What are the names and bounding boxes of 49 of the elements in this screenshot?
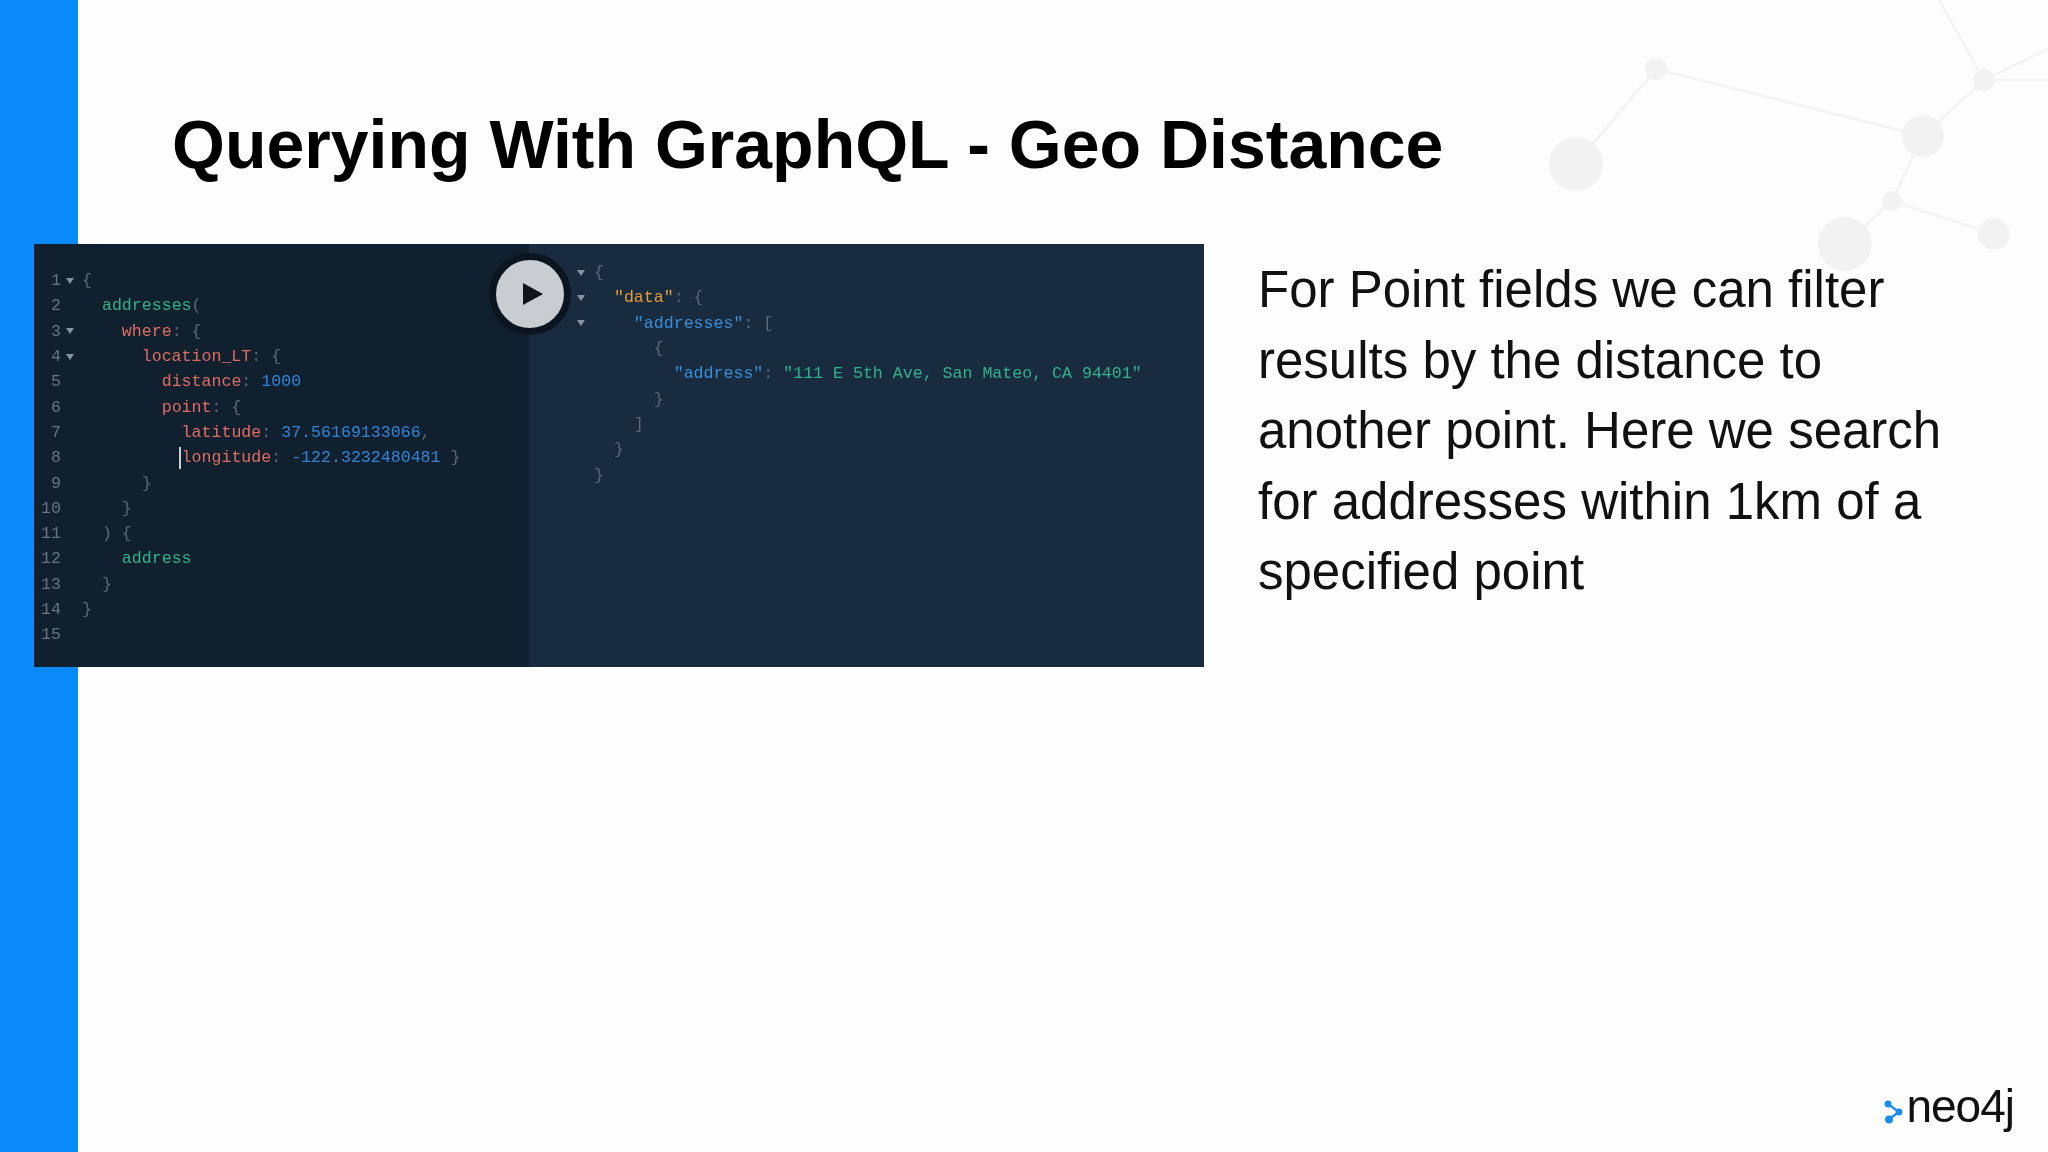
query-editor[interactable]: 1 { 2 addresses( 3 where: { 4 location_LT: { 5 distance: 1000 6 point: { 7 latitude: 37.56169133066, 8 longitude: -122.3232480481 } 9 } 10 } 11 ) { 12 address 13 } 14 } 15: [34, 244, 529, 667]
line-number: 9: [50, 473, 61, 493]
line-number: 2: [50, 296, 61, 316]
code-line: point: {: [161, 397, 242, 417]
line-number: 3: [50, 321, 61, 341]
description-text: For Point fields we can filter results by the distance to another point. Here we search for addresses within 1km of a specified point: [1258, 260, 1943, 602]
code-line: }: [82, 600, 92, 619]
result-line: "data": {: [613, 288, 704, 308]
line-number: 1: [50, 271, 61, 291]
fold-arrow-icon[interactable]: [577, 294, 585, 301]
code-line: latitude: 37.56169133066,: [181, 422, 431, 442]
code-line: address: [121, 549, 192, 569]
result-line: "address": "111 E 5th Ave, San Mateo, CA 94401": [673, 364, 1142, 384]
code-line: {: [82, 271, 92, 291]
result-line: {: [653, 339, 664, 359]
code-line: ) {: [101, 524, 132, 544]
slide-title: Querying With GraphQL - Geo Distance: [172, 105, 1444, 183]
code-line: where: {: [121, 321, 202, 341]
line-number: 12: [40, 549, 61, 569]
code-line: location_LT: {: [141, 347, 282, 367]
line-number: 13: [40, 574, 61, 594]
line-number: 4: [50, 347, 61, 367]
code-line: addresses(: [101, 296, 202, 316]
result-line: "addresses": [: [633, 313, 774, 333]
result-line: }: [594, 465, 604, 485]
line-number: 14: [40, 600, 61, 619]
play-icon: [522, 283, 543, 305]
line-number: 11: [40, 524, 61, 544]
line-number: 7: [50, 422, 61, 442]
fold-arrow-icon[interactable]: [66, 277, 74, 284]
result-line: ]: [633, 414, 644, 434]
result-line: }: [653, 389, 664, 409]
code-line: distance: 1000: [161, 372, 302, 392]
line-number: 8: [50, 448, 61, 468]
code-line: longitude: -122.3232480481 }: [181, 448, 461, 468]
code-line: }: [121, 498, 132, 518]
fold-arrow-icon[interactable]: [66, 353, 74, 360]
code-line: }: [141, 473, 152, 493]
fold-arrow-icon[interactable]: [66, 328, 74, 335]
line-number: 6: [50, 397, 61, 417]
fold-arrow-icon[interactable]: [577, 269, 585, 276]
line-number: 15: [40, 625, 61, 645]
result-line: {: [594, 263, 604, 283]
fold-arrow-icon[interactable]: [577, 320, 585, 327]
line-number: 10: [40, 498, 61, 518]
result-line: }: [613, 440, 624, 460]
line-number: 5: [50, 372, 61, 392]
connected-dots-icon: [1884, 1100, 1905, 1124]
code-line: }: [101, 574, 112, 594]
